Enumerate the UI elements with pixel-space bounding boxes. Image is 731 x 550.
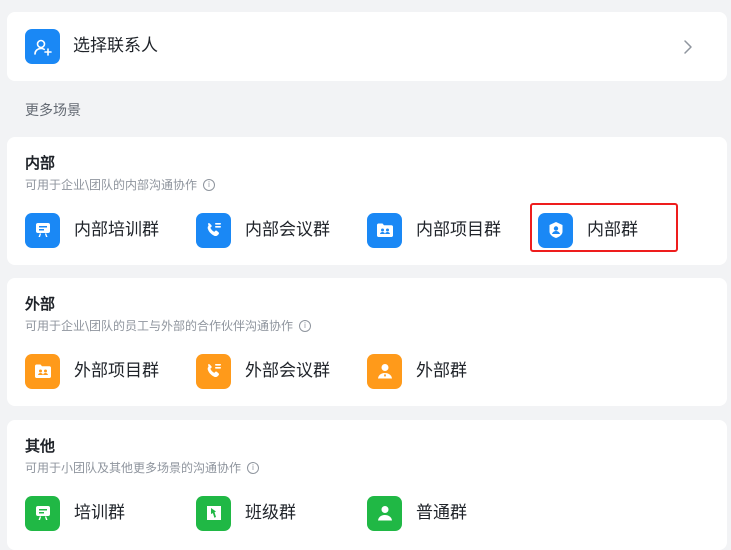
item-label: 外部会议群 [245, 361, 330, 381]
section-title: 其他 [25, 437, 56, 455]
add-contact-icon [25, 29, 60, 64]
internal-training-group[interactable]: 内部培训群 [25, 212, 159, 248]
external-project-group[interactable]: 外部项目群 [25, 353, 159, 389]
select-contact-label: 选择联系人 [73, 36, 158, 56]
section-description: 可用于小团队及其他更多场景的沟通协作 i [25, 460, 260, 476]
class-group[interactable]: 班级群 [196, 495, 296, 531]
external-group[interactable]: 外部群 [367, 353, 467, 389]
section-description: 可用于企业\团队的内部沟通协作 i [25, 177, 216, 193]
item-label: 内部项目群 [416, 220, 501, 240]
project-folder-icon [367, 212, 402, 248]
meeting-phone-icon [196, 212, 231, 248]
other-section: 其他 可用于小团队及其他更多场景的沟通协作 i 培训群 班级群 普通群 [7, 420, 727, 550]
select-contact-card[interactable]: 选择联系人 [7, 12, 727, 81]
item-label: 外部群 [416, 361, 467, 381]
item-label: 班级群 [245, 503, 296, 523]
section-description-text: 可用于企业\团队的内部沟通协作 [25, 178, 198, 192]
section-description-text: 可用于企业\团队的员工与外部的合作伙伴沟通协作 [25, 319, 294, 333]
highlight-box [530, 203, 678, 252]
internal-meeting-group[interactable]: 内部会议群 [196, 212, 330, 248]
section-title: 外部 [25, 295, 56, 313]
info-icon[interactable]: i [299, 320, 312, 332]
internal-section: 内部 可用于企业\团队的内部沟通协作 i 内部培训群 内部会议群 内部项目群 内… [7, 137, 727, 265]
training-board-icon [25, 212, 60, 248]
item-label: 内部培训群 [74, 220, 159, 240]
external-section: 外部 可用于企业\团队的员工与外部的合作伙伴沟通协作 i 外部项目群 外部会议群… [7, 278, 727, 406]
training-board-icon [25, 495, 60, 531]
internal-project-group[interactable]: 内部项目群 [367, 212, 501, 248]
section-description-text: 可用于小团队及其他更多场景的沟通协作 [25, 461, 242, 475]
project-folder-icon [25, 353, 60, 389]
external-person-icon [367, 353, 402, 389]
item-label: 普通群 [416, 503, 467, 523]
meeting-phone-icon [196, 353, 231, 389]
item-label: 培训群 [74, 503, 125, 523]
class-book-icon [196, 495, 231, 531]
info-icon[interactable]: i [247, 462, 260, 474]
external-meeting-group[interactable]: 外部会议群 [196, 353, 330, 389]
chevron-right-icon [684, 40, 692, 54]
more-scenes-label: 更多场景 [25, 103, 81, 119]
item-label: 内部会议群 [245, 220, 330, 240]
section-title: 内部 [25, 154, 56, 172]
item-label: 外部项目群 [74, 361, 159, 381]
person-icon [367, 495, 402, 531]
normal-group[interactable]: 普通群 [367, 495, 467, 531]
section-description: 可用于企业\团队的员工与外部的合作伙伴沟通协作 i [25, 318, 312, 334]
training-group[interactable]: 培训群 [25, 495, 125, 531]
info-icon[interactable]: i [203, 179, 216, 191]
